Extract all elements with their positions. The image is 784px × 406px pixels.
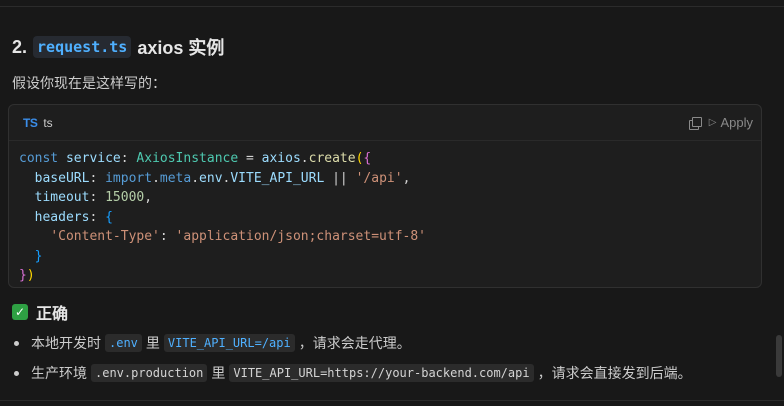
list-item: 本地开发时 .env 里 VITE_API_URL=/api ，请求会走代理。: [12, 328, 692, 358]
scrollbar-thumb[interactable]: [776, 335, 782, 377]
inline-code: VITE_API_URL=https://your-backend.com/ap…: [229, 364, 534, 382]
code-line: baseURL: import.meta.env.VITE_API_URL ||…: [19, 170, 411, 186]
section-heading: 2. request.ts axios 实例: [12, 34, 224, 60]
copy-icon[interactable]: [688, 116, 702, 130]
correct-heading: ✓ 正确: [12, 300, 68, 324]
apply-button[interactable]: ▷ Apply: [709, 115, 753, 130]
heading-text: axios 实例: [137, 38, 225, 58]
intro-text: 假设你现在是这样写的：: [12, 75, 166, 91]
code-block: TS ts ▷ Apply const service: AxiosInstan…: [8, 104, 762, 288]
code-actions: ▷ Apply: [688, 115, 753, 130]
code-line: timeout: 15000,: [19, 190, 153, 205]
code-line: 'Content-Type': 'application/json;charse…: [50, 229, 426, 244]
inline-code: VITE_API_URL=/api: [163, 334, 295, 352]
heading-number: 2.: [12, 36, 28, 57]
heading-inline-code: request.ts: [33, 36, 132, 58]
bullet-list: 本地开发时 .env 里 VITE_API_URL=/api ，请求会走代理。 …: [12, 328, 692, 388]
typescript-icon: TS: [23, 115, 38, 130]
top-divider: [0, 6, 784, 7]
play-icon: ▷: [708, 117, 717, 128]
inline-code: .env: [105, 334, 142, 352]
code-block-header: TS ts ▷ Apply: [9, 105, 761, 141]
check-icon: ✓: [12, 304, 28, 320]
inline-code: .env.production: [91, 364, 208, 382]
code-line: }): [19, 268, 35, 283]
list-item: 生产环境 .env.production 里 VITE_API_URL=http…: [12, 358, 692, 388]
code-line: }: [34, 248, 43, 264]
language-name: ts: [43, 115, 53, 130]
bullet-dot: [14, 340, 19, 346]
code-line: const service: AxiosInstance = axios.cre…: [19, 151, 372, 166]
bottom-divider: [0, 400, 784, 401]
apply-label: Apply: [720, 115, 753, 130]
correct-label: 正确: [36, 306, 69, 323]
bullet-dot: [14, 370, 19, 376]
language-label: TS ts: [23, 116, 53, 130]
code-line: headers: {: [19, 209, 113, 225]
code-content[interactable]: const service: AxiosInstance = axios.cre…: [9, 141, 761, 287]
